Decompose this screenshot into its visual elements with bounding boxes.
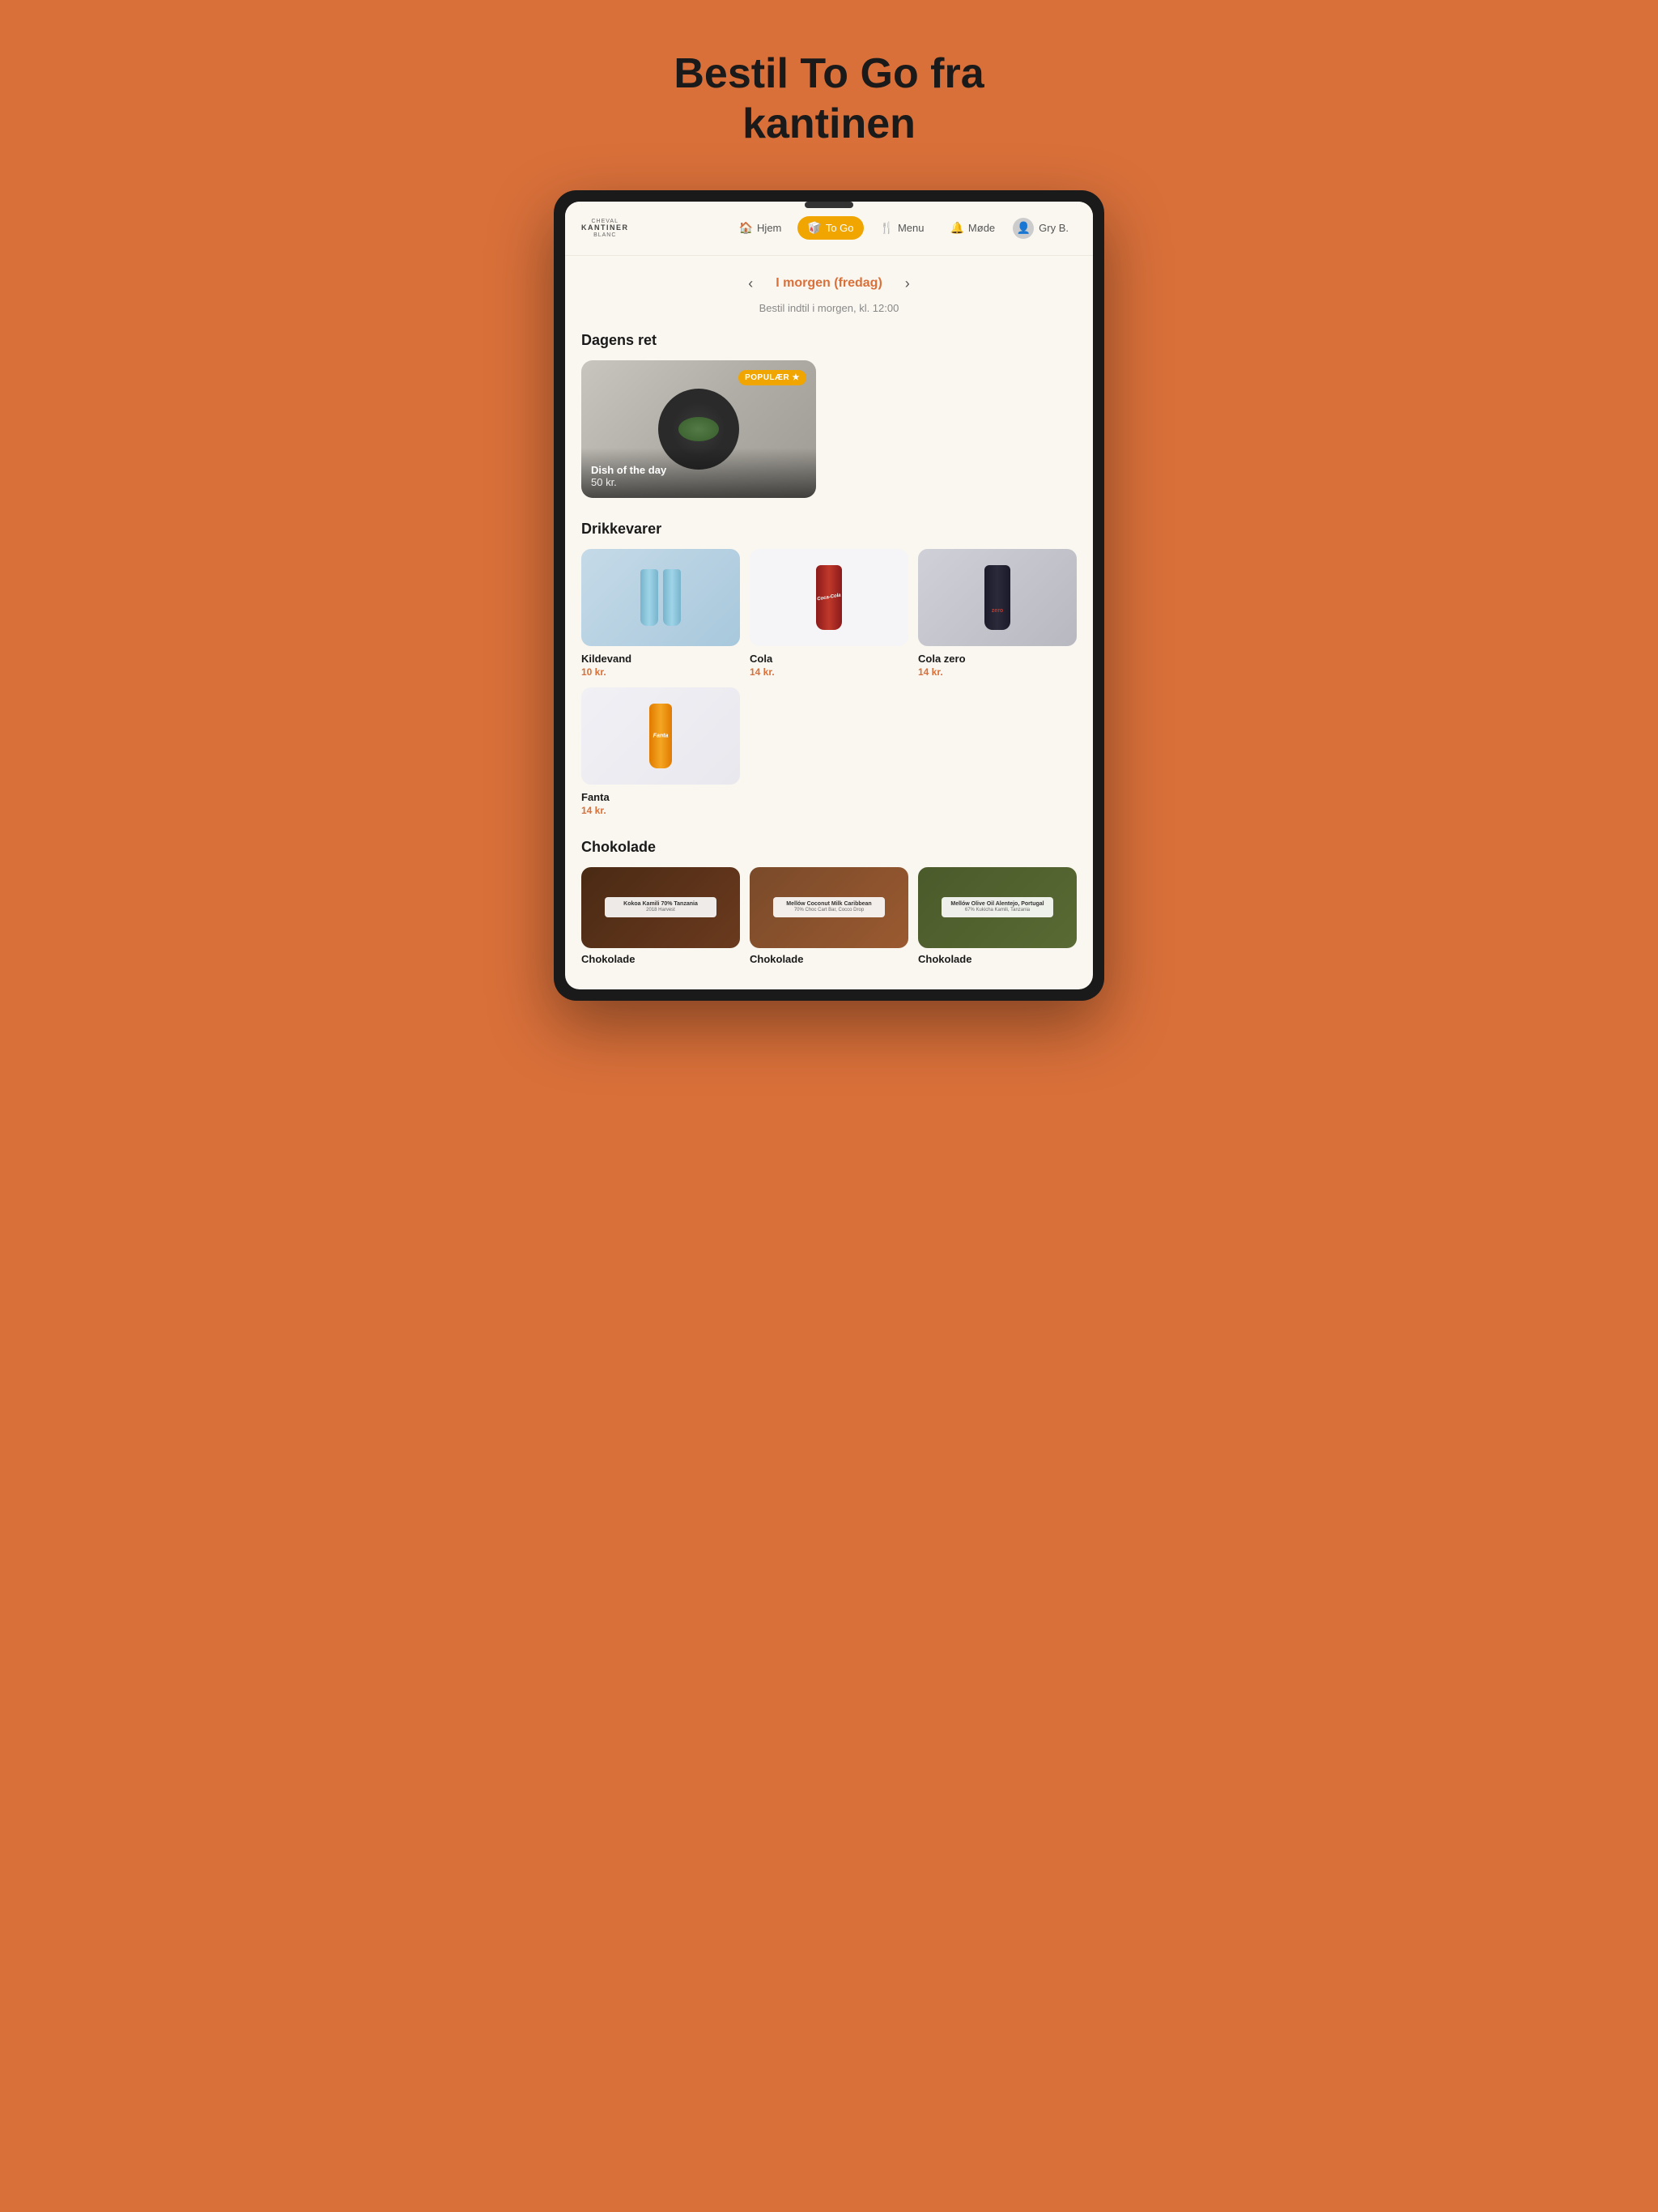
nav-logo: CHEVAL KANTINER BLANC xyxy=(581,219,629,238)
choco-card-2[interactable]: Mellów Coconut Milk Caribbean 70% Choc C… xyxy=(750,867,908,965)
nav-bar: CHEVAL KANTINER BLANC 🏠 Hjem 🥡 To Go 🍴 M… xyxy=(565,202,1093,256)
choco-label-3: Mellów Olive Oil Alentejo, Portugal 67% … xyxy=(942,897,1052,917)
home-icon: 🏠 xyxy=(739,221,753,235)
nav-link-menu[interactable]: 🍴 Menu xyxy=(870,216,934,240)
food-card-name: Dish of the day xyxy=(591,464,806,476)
nav-logo-main: KANTINER xyxy=(581,224,629,232)
nav-logo-arc2: BLANC xyxy=(593,232,616,238)
nav-link-togo[interactable]: 🥡 To Go xyxy=(797,216,863,240)
products-grid: Kildevand 10 kr. Cola 14 kr. xyxy=(581,549,1077,816)
food-card-price: 50 kr. xyxy=(591,476,806,488)
cola-card[interactable]: Cola 14 kr. xyxy=(750,549,908,678)
prev-date-arrow[interactable]: ‹ xyxy=(742,272,759,296)
fanta-card[interactable]: Fanta 14 kr. xyxy=(581,687,740,816)
water-bottle-1 xyxy=(640,569,658,626)
cola-name: Cola xyxy=(750,653,908,665)
nav-link-mode-label: Møde xyxy=(968,222,995,234)
chokolade-grid: Kokoa Kamili 70% Tanzania 2018 Harvest C… xyxy=(581,867,1077,965)
fanta-image xyxy=(581,687,740,785)
choco-label-title-3: Mellów Olive Oil Alentejo, Portugal xyxy=(946,900,1048,908)
colazero-bottle xyxy=(984,565,1010,630)
chokolade-title: Chokolade xyxy=(581,839,1077,856)
choco-label-1: Kokoa Kamili 70% Tanzania 2018 Harvest xyxy=(605,897,716,917)
device-notch xyxy=(805,202,853,208)
kildevand-name: Kildevand xyxy=(581,653,740,665)
choco-img-3: Mellów Olive Oil Alentejo, Portugal 67% … xyxy=(918,867,1077,948)
cola-bottle xyxy=(816,565,842,630)
choco-label-sub-1: 2018 Harvest xyxy=(610,908,711,914)
device-screen: CHEVAL KANTINER BLANC 🏠 Hjem 🥡 To Go 🍴 M… xyxy=(565,202,1093,989)
colazero-image xyxy=(918,549,1077,646)
hero-title: Bestil To Go fra kantinen xyxy=(586,49,1072,150)
colazero-price: 14 kr. xyxy=(918,666,1077,678)
nav-link-mode[interactable]: 🔔 Møde xyxy=(940,216,1005,240)
fanta-name: Fanta xyxy=(581,791,740,803)
fanta-price: 14 kr. xyxy=(581,805,740,816)
togo-icon: 🥡 xyxy=(807,221,821,235)
main-content: ‹ I morgen (fredag) › Bestil indtil i mo… xyxy=(565,256,1093,989)
water-bottles xyxy=(640,569,681,626)
popular-badge: POPULÆR ★ xyxy=(738,370,806,385)
user-avatar: 👤 xyxy=(1013,218,1034,239)
bell-icon: 🔔 xyxy=(950,221,963,235)
choco-card-1[interactable]: Kokoa Kamili 70% Tanzania 2018 Harvest C… xyxy=(581,867,740,965)
date-navigation: ‹ I morgen (fredag) › xyxy=(581,272,1077,296)
kildevand-price: 10 kr. xyxy=(581,666,740,678)
choco-label-sub-3: 67% Kukicha Kamili, Tanzania xyxy=(946,908,1048,914)
choco-card-3[interactable]: Mellów Olive Oil Alentejo, Portugal 67% … xyxy=(918,867,1077,965)
colazero-card[interactable]: Cola zero 14 kr. xyxy=(918,549,1077,678)
nav-link-menu-label: Menu xyxy=(898,222,925,234)
drikkevarer-title: Drikkevarer xyxy=(581,521,1077,538)
nav-link-hjem-label: Hjem xyxy=(757,222,781,234)
water-bottle-2 xyxy=(663,569,681,626)
choco-label-sub-2: 70% Choc Cart Bar, Cocco Drop xyxy=(778,908,879,914)
dagens-ret-section: Dagens ret POPULÆR ★ Dish of the day 50 … xyxy=(581,332,1077,498)
choco-label-title-2: Mellów Coconut Milk Caribbean xyxy=(778,900,879,908)
cola-image xyxy=(750,549,908,646)
colazero-name: Cola zero xyxy=(918,653,1077,665)
kildevand-card[interactable]: Kildevand 10 kr. xyxy=(581,549,740,678)
choco-label-2: Mellów Coconut Milk Caribbean 70% Choc C… xyxy=(773,897,884,917)
nav-link-togo-label: To Go xyxy=(826,222,854,234)
choco-img-2: Mellów Coconut Milk Caribbean 70% Choc C… xyxy=(750,867,908,948)
device-frame: CHEVAL KANTINER BLANC 🏠 Hjem 🥡 To Go 🍴 M… xyxy=(554,190,1104,1001)
fanta-bottle xyxy=(649,704,672,768)
choco-name-1: Chokolade xyxy=(581,953,740,965)
choco-img-1: Kokoa Kamili 70% Tanzania 2018 Harvest xyxy=(581,867,740,948)
date-label: I morgen (fredag) xyxy=(776,276,882,291)
nav-link-hjem[interactable]: 🏠 Hjem xyxy=(729,216,792,240)
cola-price: 14 kr. xyxy=(750,666,908,678)
choco-label-title-1: Kokoa Kamili 70% Tanzania xyxy=(610,900,711,908)
choco-name-3: Chokolade xyxy=(918,953,1077,965)
chokolade-section: Chokolade Kokoa Kamili 70% Tanzania 2018… xyxy=(581,839,1077,965)
food-card-info: Dish of the day 50 kr. xyxy=(581,448,816,498)
dagens-ret-card[interactable]: POPULÆR ★ Dish of the day 50 kr. xyxy=(581,360,816,498)
kildevand-image xyxy=(581,549,740,646)
user-name: Gry B. xyxy=(1039,222,1069,234)
food-garnish xyxy=(678,417,719,441)
user-icon: 👤 xyxy=(1016,221,1030,235)
next-date-arrow[interactable]: › xyxy=(899,272,916,296)
dagens-ret-title: Dagens ret xyxy=(581,332,1077,349)
drikkevarer-section: Drikkevarer Kildevand 10 kr. xyxy=(581,521,1077,816)
nav-user[interactable]: 👤 Gry B. xyxy=(1005,213,1077,244)
date-sublabel: Bestil indtil i morgen, kl. 12:00 xyxy=(581,302,1077,314)
nav-links: 🏠 Hjem 🥡 To Go 🍴 Menu 🔔 Møde xyxy=(729,216,1005,240)
menu-icon: 🍴 xyxy=(880,221,894,235)
choco-name-2: Chokolade xyxy=(750,953,908,965)
